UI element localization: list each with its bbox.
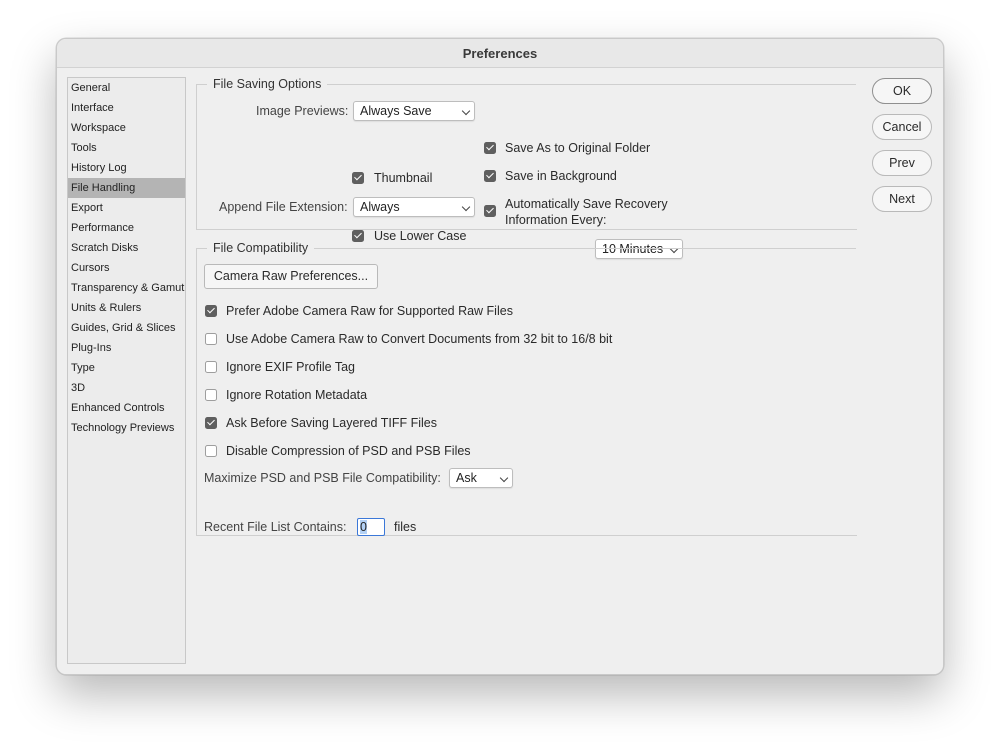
image-previews-value: Always Save <box>360 104 432 118</box>
ok-button[interactable]: OK <box>872 78 932 104</box>
auto-recovery-checkbox[interactable] <box>484 205 496 217</box>
recent-files-input[interactable]: 0 <box>357 518 385 536</box>
sidebar-item-scratch-disks[interactable]: Scratch Disks <box>68 238 185 258</box>
sidebar-item-3d[interactable]: 3D <box>68 378 185 398</box>
file-saving-legend: File Saving Options <box>207 77 328 91</box>
sidebar-item-plug-ins[interactable]: Plug-Ins <box>68 338 185 358</box>
sidebar-item-technology-previews[interactable]: Technology Previews <box>68 418 185 438</box>
sidebar-item-cursors[interactable]: Cursors <box>68 258 185 278</box>
auto-recovery-label-line2: Information Every: <box>505 213 607 227</box>
compat-option-checkbox-4[interactable] <box>205 389 217 401</box>
window-title: Preferences <box>57 39 943 68</box>
prev-button[interactable]: Prev <box>872 150 932 176</box>
sidebar-item-units-rulers[interactable]: Units & Rulers <box>68 298 185 318</box>
compat-option-checkbox-3[interactable] <box>205 361 217 373</box>
compat-option-label-1: Prefer Adobe Camera Raw for Supported Ra… <box>226 304 513 318</box>
compat-option-checkbox-2[interactable] <box>205 333 217 345</box>
save-background-checkbox[interactable] <box>484 170 496 182</box>
camera-raw-preferences-button[interactable]: Camera Raw Preferences... <box>204 264 378 289</box>
preferences-sidebar: General Interface Workspace Tools History Lo… <box>67 77 186 664</box>
append-extension-select[interactable]: Always <box>353 197 475 217</box>
sidebar-item-interface[interactable]: Interface <box>68 98 185 118</box>
compat-option-label-3: Ignore EXIF Profile Tag <box>226 360 356 374</box>
maximize-compatibility-select[interactable]: Ask <box>449 468 513 488</box>
compat-option-checkbox-5[interactable] <box>205 417 217 429</box>
sidebar-item-enhanced-controls[interactable]: Enhanced Controls <box>68 398 185 418</box>
sidebar-item-general[interactable]: General <box>68 78 185 98</box>
lower-case-label: Use Lower Case <box>374 229 467 243</box>
save-background-label: Save in Background <box>505 169 617 183</box>
chevron-down-icon <box>499 473 509 483</box>
save-original-folder-label: Save As to Original Folder <box>505 141 651 155</box>
sidebar-item-tools[interactable]: Tools <box>68 138 185 158</box>
thumbnail-label: Thumbnail <box>374 171 433 185</box>
sidebar-item-history-log[interactable]: History Log <box>68 158 185 178</box>
save-original-folder-checkbox[interactable] <box>484 142 496 154</box>
recent-files-value: 0 <box>360 520 367 534</box>
dialog-content: General Interface Workspace Tools History Lo… <box>57 68 943 674</box>
sidebar-item-transparency-gamut[interactable]: Transparency & Gamut <box>68 278 185 298</box>
recent-files-suffix: files <box>394 520 417 534</box>
compat-option-checkbox-6[interactable] <box>205 445 217 457</box>
next-button[interactable]: Next <box>872 186 932 212</box>
maximize-compatibility-label: Maximize PSD and PSB File Compatibility: <box>204 471 441 485</box>
maximize-compatibility-value: Ask <box>456 471 477 485</box>
file-compatibility-legend: File Compatibility <box>207 241 315 255</box>
chevron-down-icon <box>461 106 471 116</box>
compat-option-label-2: Use Adobe Camera Raw to Convert Document… <box>226 332 613 346</box>
image-previews-select[interactable]: Always Save <box>353 101 475 121</box>
sidebar-item-file-handling[interactable]: File Handling <box>68 178 185 198</box>
compat-option-checkbox-1[interactable] <box>205 305 217 317</box>
compat-option-label-4: Ignore Rotation Metadata <box>226 388 368 402</box>
sidebar-item-export[interactable]: Export <box>68 198 185 218</box>
preferences-window: Preferences General Interface Workspace Too… <box>56 38 944 675</box>
chevron-down-icon <box>461 202 471 212</box>
sidebar-item-workspace[interactable]: Workspace <box>68 118 185 138</box>
lower-case-checkbox[interactable] <box>352 230 364 242</box>
recent-files-label: Recent File List Contains: <box>204 520 347 534</box>
compat-option-label-5: Ask Before Saving Layered TIFF Files <box>226 416 437 430</box>
compat-option-label-6: Disable Compression of PSD and PSB Files <box>226 444 471 458</box>
append-extension-label: Append File Extension: <box>219 200 348 214</box>
sidebar-item-performance[interactable]: Performance <box>68 218 185 238</box>
sidebar-item-type[interactable]: Type <box>68 358 185 378</box>
sidebar-item-guides-grid-slices[interactable]: Guides, Grid & Slices <box>68 318 185 338</box>
image-previews-label: Image Previews: <box>256 104 349 118</box>
cancel-button[interactable]: Cancel <box>872 114 932 140</box>
thumbnail-checkbox[interactable] <box>352 172 364 184</box>
auto-recovery-label-line1: Automatically Save Recovery <box>505 197 668 211</box>
append-extension-value: Always <box>360 200 400 214</box>
